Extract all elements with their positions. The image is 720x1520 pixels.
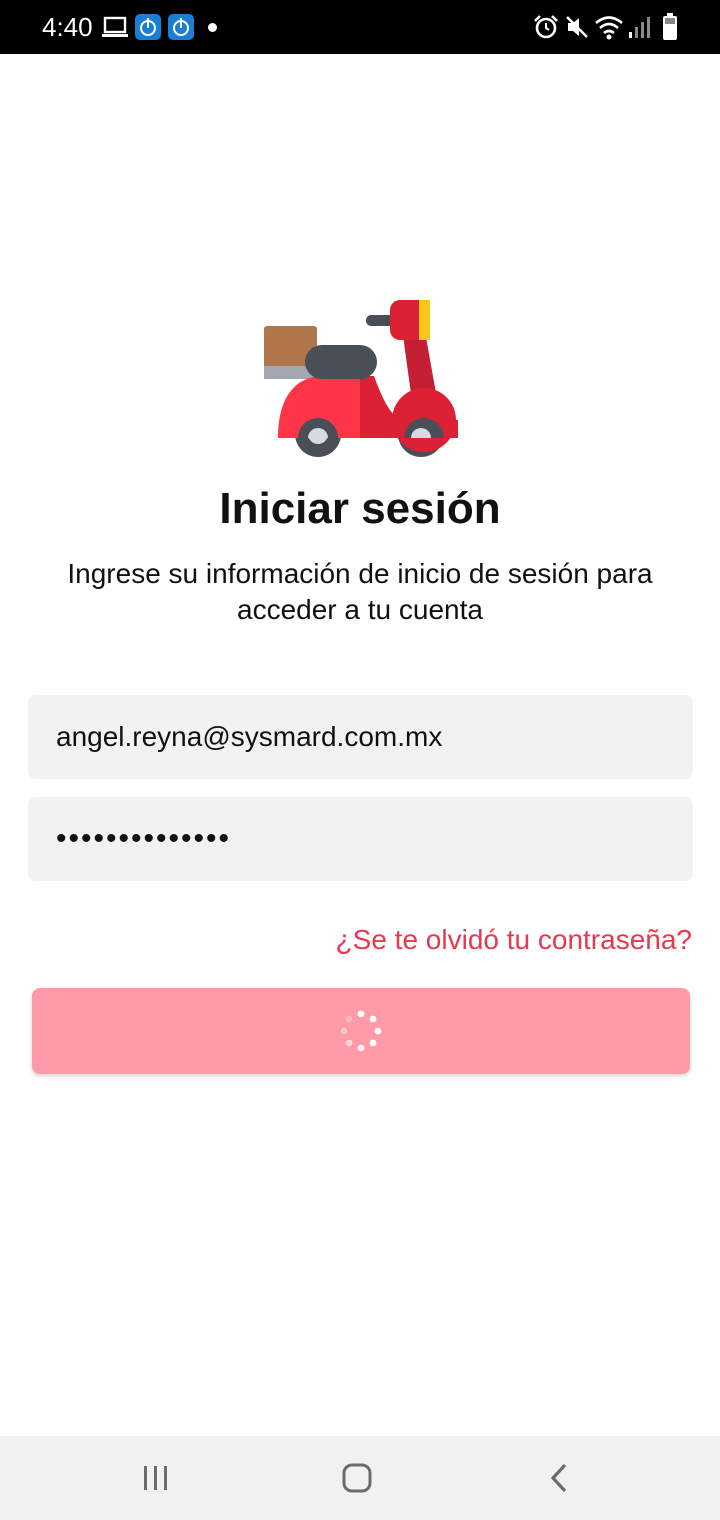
status-time: 4:40: [42, 12, 93, 42]
wifi-icon: [595, 16, 623, 40]
password-field[interactable]: ••••••••••••••: [28, 797, 693, 881]
back-icon[interactable]: [544, 1458, 576, 1498]
delivery-scooter-logo: [264, 300, 458, 457]
page-title: Iniciar sesión: [219, 484, 501, 533]
status-bar: 4:40: [0, 0, 720, 54]
mute-icon: [566, 16, 588, 38]
navigation-bar: [0, 1436, 720, 1520]
recent-apps-icon[interactable]: [140, 1458, 172, 1498]
battery-icon: [663, 13, 677, 40]
email-field[interactable]: angel.reyna@sysmard.com.mx: [28, 695, 693, 779]
login-screen: 4:40 Iniciar sesión Ingrese su informaci…: [0, 0, 720, 1520]
login-button[interactable]: [32, 988, 690, 1074]
app-notification-icon: [135, 14, 161, 40]
laptop-icon: [102, 16, 128, 37]
notification-dot: [208, 23, 217, 32]
app-notification-icon: [168, 14, 194, 40]
loading-spinner-icon: [340, 1010, 382, 1052]
page-subtitle: Ingrese su información de inicio de sesi…: [67, 558, 653, 625]
alarm-icon: [534, 15, 558, 39]
signal-icon: [629, 17, 650, 38]
forgot-password-link[interactable]: ¿Se te olvidó tu contraseña?: [336, 922, 692, 958]
home-icon[interactable]: [338, 1458, 378, 1498]
